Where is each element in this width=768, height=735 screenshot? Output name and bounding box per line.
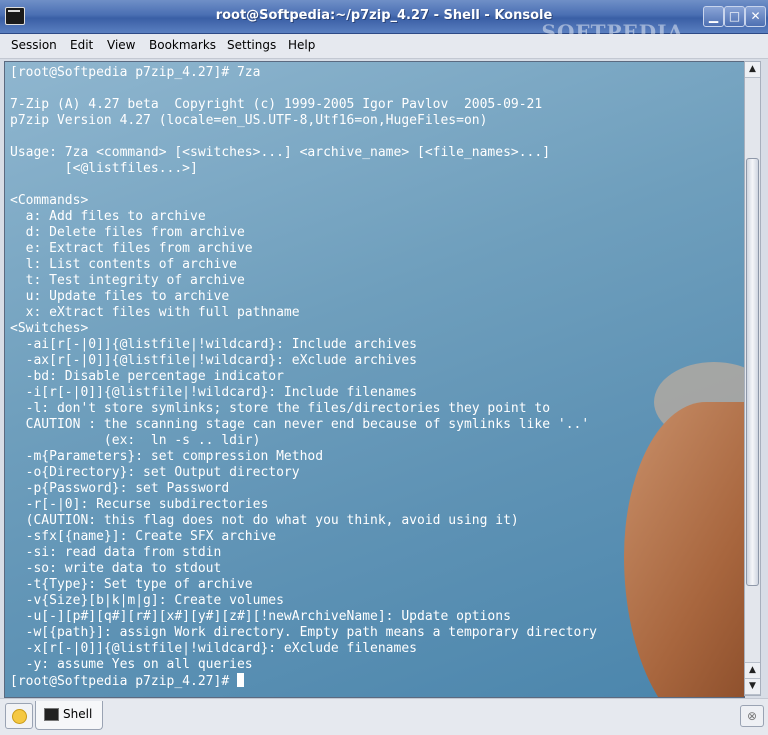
menu-edit[interactable]: Edit: [70, 38, 93, 52]
title-bar[interactable]: root@Softpedia:~/p7zip_4.27 - Shell - Ko…: [0, 0, 768, 44]
new-session-button[interactable]: [5, 703, 33, 729]
terminal-view[interactable]: [root@Softpedia p7zip_4.27]# 7za 7-Zip (…: [4, 61, 745, 698]
scroll-up-arrow-icon[interactable]: ▲: [745, 62, 760, 78]
terminal-icon: [44, 708, 59, 721]
menu-bar: Session Edit View Bookmarks Settings Hel…: [0, 34, 768, 59]
minimize-button[interactable]: ▁: [703, 6, 724, 27]
menu-help[interactable]: Help: [288, 38, 315, 52]
scroll-up-secondary-arrow-icon[interactable]: ▲: [745, 662, 760, 679]
terminal-text: [root@Softpedia p7zip_4.27]# 7za 7-Zip (…: [10, 65, 597, 690]
menu-view[interactable]: View: [107, 38, 135, 52]
session-tab-bar: Shell ⊗: [0, 698, 768, 735]
close-button[interactable]: ✕: [745, 6, 766, 27]
menu-bookmarks[interactable]: Bookmarks: [149, 38, 216, 52]
close-session-button[interactable]: ⊗: [740, 705, 764, 727]
terminal-output: [root@Softpedia p7zip_4.27]# 7za 7-Zip (…: [10, 65, 597, 672]
menu-session[interactable]: Session: [11, 38, 57, 52]
tab-shell[interactable]: Shell: [35, 701, 103, 730]
scroll-thumb[interactable]: [746, 158, 759, 586]
terminal-prompt: [root@Softpedia p7zip_4.27]#: [10, 674, 237, 689]
vertical-scrollbar[interactable]: ▲ ▲ ▼: [744, 61, 761, 696]
text-cursor: [236, 673, 244, 687]
scroll-down-arrow-icon[interactable]: ▼: [745, 678, 760, 695]
background-figure: [624, 402, 744, 697]
menu-settings[interactable]: Settings: [227, 38, 276, 52]
tab-label: Shell: [63, 707, 93, 721]
maximize-button[interactable]: □: [724, 6, 745, 27]
